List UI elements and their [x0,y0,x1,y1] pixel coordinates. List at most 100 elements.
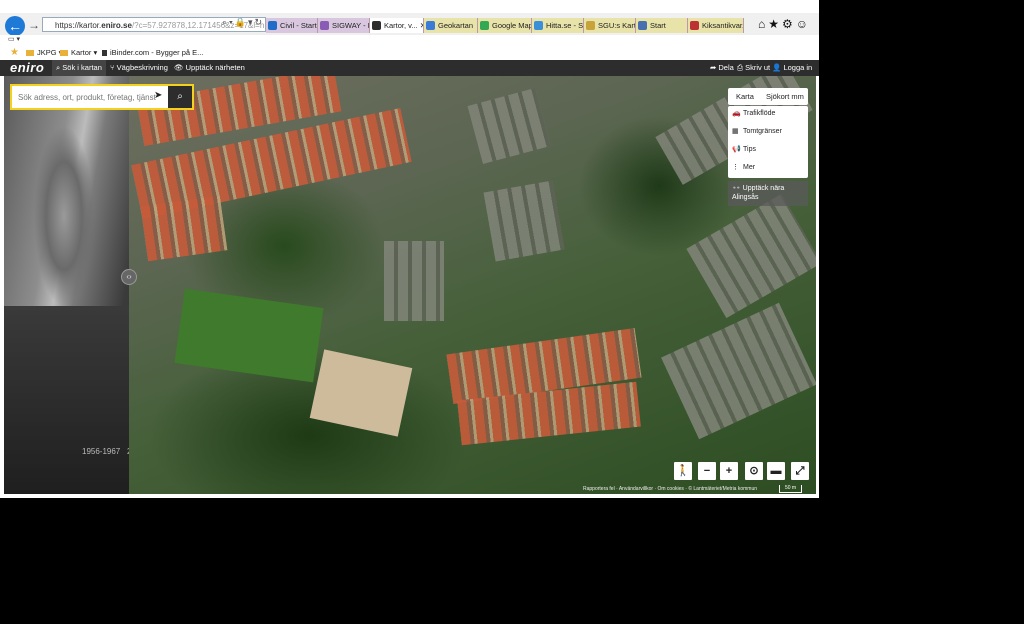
plot-icon: ▦ [732,128,739,135]
tab-favicon-icon [690,21,699,30]
favorite-ibinder[interactable]: iBinder.com - Bygger på E... [102,45,203,60]
menu-row: ▭ ▾ [0,35,819,45]
forward-button-icon[interactable]: → [28,18,40,32]
address-bar-icons[interactable]: ⌕▾🔒▾↻ [222,17,264,28]
nav-discover[interactable]: 👁 Upptäck närheten [170,60,249,76]
nav-label: Dela [718,63,734,72]
eniro-navbar: eniro ⌕ Sök i kartan ⑂ Vägbeskrivning 👁 … [0,60,819,76]
tab-favicon-icon [534,21,543,30]
gear-icon[interactable]: ⚙ [782,17,796,31]
map-view[interactable]: 1956-1967 2011-2014 ‹› [4,76,816,494]
tab-riksantikvar[interactable]: Kiksantikvar... [688,18,744,33]
historic-aerial-photo[interactable] [4,76,129,494]
star-icon[interactable]: ★ [768,17,782,31]
tab-geokartan[interactable]: Geokartan [424,18,478,33]
tab-sigway[interactable]: SIGWAY - Ec... [318,18,370,33]
tab-favicon-icon [268,21,277,30]
tab-start[interactable]: Start [636,18,688,33]
tab-label: Google Maps [492,21,531,30]
houses-block [140,195,228,262]
nav-label: Skriv ut [745,63,771,72]
favorite-kartor[interactable]: Kartor ▾ [60,45,97,60]
locate-me-icon[interactable]: ➤ [154,90,162,101]
tab-favicon-icon [426,21,435,30]
favorite-label: JKPG ▾ [37,48,63,57]
old-year: 1956-1967 [82,447,121,456]
map-footer-links[interactable]: Rapportera fel · Användarvillkor · Om co… [583,486,757,492]
car-icon: 🚗 [732,110,741,117]
home-icon[interactable]: ⌂ [758,17,768,31]
apartment-block [467,87,551,165]
map-scale-bar: 50 m [779,485,802,493]
megaphone-icon: 📢 [732,146,741,153]
school-building [384,241,444,321]
tab-sgu[interactable]: SGU:s Kartvi... [584,18,636,33]
apartment-block [661,302,816,440]
address-domain: eniro.se [101,21,132,30]
street-view-person-icon[interactable]: 🚶 [674,462,692,480]
zoom-in-button[interactable]: + [720,462,738,480]
layer-label: Trafikflöde [743,110,776,117]
nav-search-map[interactable]: ⌕ Sök i kartan [52,60,106,76]
search-button-icon[interactable]: ⌕ [168,86,192,108]
tab-favicon-icon [586,21,595,30]
discover-nearby-button[interactable]: 👓 Upptäck nära Alingsås [728,181,808,206]
tab-favicon-icon [320,21,329,30]
nav-label: Upptäck närheten [185,63,245,72]
folder-icon [60,50,68,56]
favorites-star-icon[interactable]: ★ [10,45,19,60]
search-input[interactable] [12,86,164,108]
zoom-out-button[interactable]: − [698,462,716,480]
eniro-logo[interactable]: eniro [10,60,44,76]
favorite-label: Kartor ▾ [71,48,98,57]
nav-route[interactable]: ⑂ Vägbeskrivning [106,60,172,76]
tab-label: Kiksantikvar... [702,21,744,30]
menu-dropdown-icon[interactable]: ▭ ▾ [8,36,20,43]
folder-icon [26,50,34,56]
favorites-bar: ★ JKPG ▾ Kartor ▾ iBinder.com - Bygger p… [0,45,819,60]
tab-label: Hitta.se - Sv... [546,21,584,30]
locate-crosshair-icon[interactable]: ⊙ [745,462,763,480]
page-icon [102,50,107,56]
favorite-jkpg[interactable]: JKPG ▾ [26,45,62,60]
nav-label: Vägbeskrivning [116,63,168,72]
layer-label: Mer [743,164,756,171]
map-type-switcher: Karta Sjökort mm ▾ [728,88,808,118]
smiley-icon[interactable]: ☺ [796,17,811,31]
tab-label: Start [650,21,666,30]
layer-tips[interactable]: 📢 Tips [732,143,756,157]
more-dots-icon: ⋮ [732,164,739,171]
tab-favicon-icon [372,21,381,30]
layer-traffic[interactable]: 🚗 Trafikflöde [732,107,775,121]
binoculars-icon: 👓 [732,185,741,192]
layer-label: Tips [743,146,756,153]
map-search-box: ➤ ⌕ [10,84,194,110]
tab-hitta[interactable]: Hitta.se - Sv... [532,18,584,33]
tab-favicon-icon [638,21,647,30]
tab-label: SIGWAY - Ec... [332,21,369,30]
measure-ruler-icon[interactable]: ▬ [767,462,785,480]
tab-civil[interactable]: Civil - Start [266,18,318,33]
tab-label: Kartor, v... [384,21,418,30]
browser-toolbar-icons[interactable]: ⌂★⚙☺ [758,17,811,31]
map-type-map[interactable]: Karta [736,88,754,105]
map-layers-menu: 🚗 Trafikflöde ▦ Tomtgränser 📢 Tips ⋮ Mer [728,106,808,178]
back-button-icon[interactable]: ← [5,16,25,36]
fullscreen-icon[interactable]: ⤢ [791,462,809,480]
tab-label: SGU:s Kartvi... [598,21,636,30]
layer-plot-borders[interactable]: ▦ Tomtgränser [732,125,782,139]
tab-google-maps[interactable]: Google Maps [478,18,532,33]
address-host: https://kartor. [55,21,102,30]
nav-login[interactable]: 👤 Logga in [768,60,816,76]
compare-slider-handle-icon[interactable]: ‹› [121,269,137,285]
apartment-block [686,193,816,319]
favorite-label: iBinder.com - Bygger på E... [110,48,204,57]
browser-window: ← → https://kartor.eniro.se/?c=57.927878… [0,0,819,498]
nav-label: Logga in [783,63,813,72]
layer-more[interactable]: ⋮ Mer [732,161,755,175]
nav-label: Sök i kartan [62,63,102,72]
apartment-block [483,180,565,262]
current-aerial-photo[interactable] [129,76,816,494]
tab-kartor[interactable]: Kartor, v... ✕ [370,18,424,33]
layer-label: Tomtgränser [743,128,782,135]
